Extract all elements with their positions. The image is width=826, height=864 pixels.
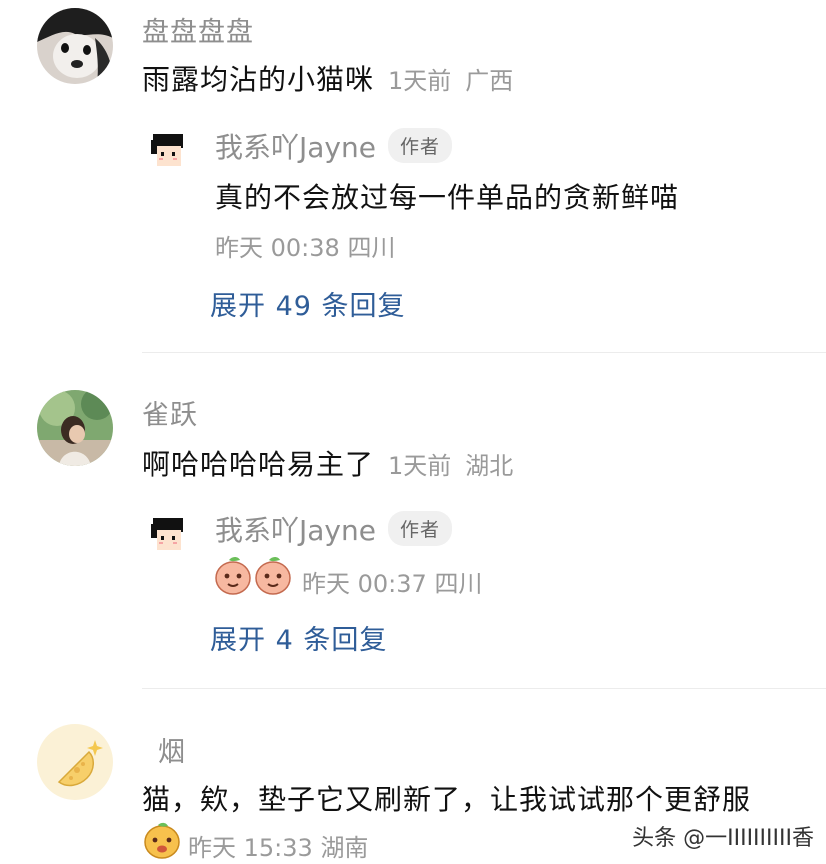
author-badge: 作者 bbox=[387, 128, 452, 163]
reply-username[interactable]: 我系吖Jayne bbox=[215, 514, 376, 547]
author-avatar[interactable] bbox=[145, 128, 191, 174]
comment-location: 湖北 bbox=[465, 452, 514, 480]
comment-body: 啊哈哈哈哈易主了 bbox=[142, 448, 375, 481]
reply-location: 四川 bbox=[434, 570, 483, 598]
comment-location: 广西 bbox=[465, 67, 514, 95]
avatar[interactable] bbox=[37, 390, 113, 466]
reply-username[interactable]: 我系吖Jayne bbox=[215, 131, 376, 164]
author-badge: 作者 bbox=[387, 511, 452, 546]
face-emoji bbox=[142, 820, 182, 860]
expand-replies-button[interactable]: 展开 4 条回复 bbox=[210, 618, 387, 657]
comment-meta: 昨天 15:33 湖南 bbox=[188, 828, 368, 863]
divider bbox=[142, 352, 826, 353]
comment-username[interactable]: 盘盘盘盘 bbox=[142, 10, 254, 49]
reply-meta: 昨天 00:38 四川 bbox=[215, 228, 395, 263]
reply-location: 四川 bbox=[347, 234, 396, 262]
avatar[interactable] bbox=[37, 724, 113, 800]
expand-replies-button[interactable]: 展开 49 条回复 bbox=[210, 284, 406, 323]
peach-emoji bbox=[215, 557, 291, 595]
comment-location: 湖南 bbox=[320, 834, 369, 862]
reply-time: 昨天 00:38 bbox=[215, 234, 340, 262]
comment-username[interactable]: 烟 bbox=[158, 730, 186, 769]
emoji-row bbox=[214, 554, 294, 596]
divider bbox=[142, 688, 826, 689]
author-avatar[interactable] bbox=[145, 512, 191, 558]
comment-time: 昨天 15:33 bbox=[188, 834, 313, 862]
comment-username[interactable]: 雀跃 bbox=[142, 393, 198, 432]
comment-text: 雨露均沾的小猫咪 1天前 广西 bbox=[142, 58, 513, 98]
comment-text: 啊哈哈哈哈易主了 1天前 湖北 bbox=[142, 443, 513, 483]
reply-username-row: 我系吖Jayne 作者 bbox=[215, 509, 452, 549]
comment-time: 1天前 bbox=[388, 452, 452, 480]
watermark: 头条 @一IIIIIIIIII香 bbox=[632, 820, 814, 852]
comment-time: 1天前 bbox=[388, 67, 452, 95]
reply-text: 真的不会放过每一件单品的贪新鲜喵 bbox=[215, 181, 680, 214]
reply-username-row: 我系吖Jayne 作者 bbox=[215, 126, 452, 166]
comment-body: 雨露均沾的小猫咪 bbox=[142, 63, 375, 96]
reply-time: 昨天 00:37 bbox=[302, 570, 427, 598]
comment-body: 猫，欸，垫子它又刷新了，让我试试那个更舒服 bbox=[142, 783, 752, 816]
reply-meta: 昨天 00:37 四川 bbox=[302, 564, 482, 599]
avatar[interactable] bbox=[37, 8, 113, 84]
